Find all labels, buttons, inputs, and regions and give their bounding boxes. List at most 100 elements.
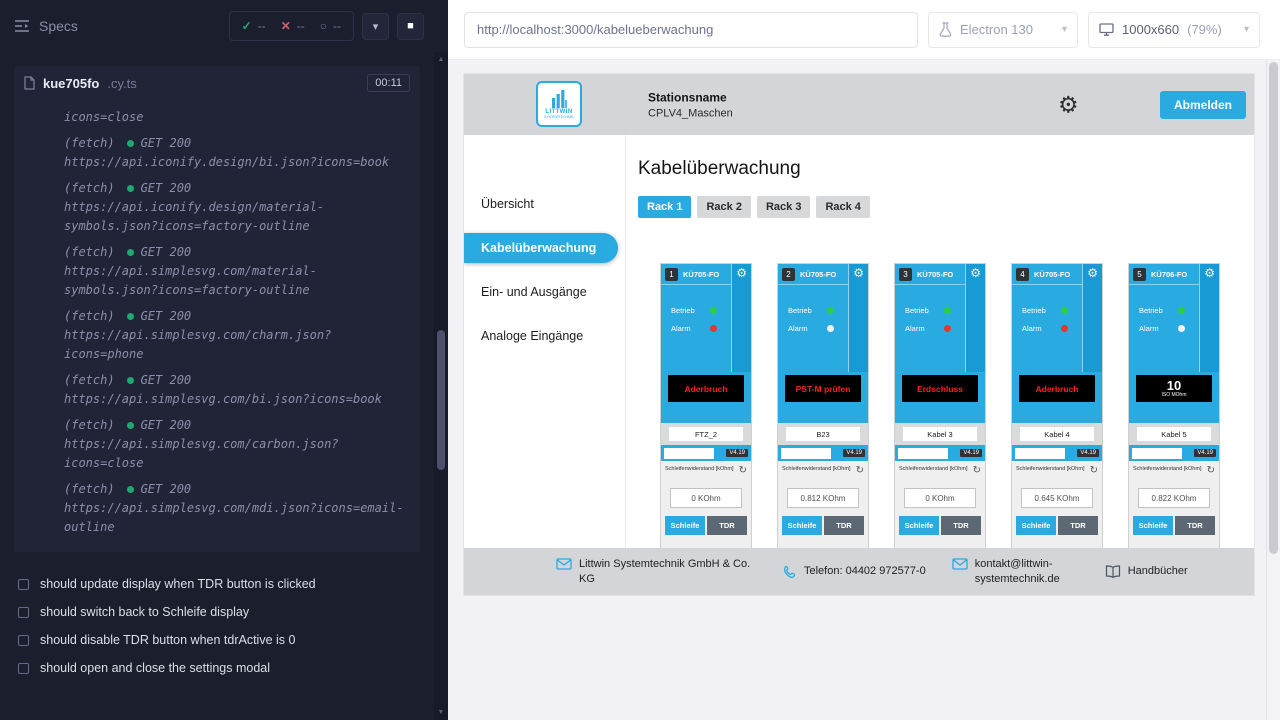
test-item[interactable]: should update display when TDR button is… — [18, 570, 418, 598]
refresh-icon[interactable]: ↻ — [1207, 466, 1215, 475]
schleife-button[interactable]: Schleife — [665, 516, 705, 535]
card-model-label: KÜ705-FO — [917, 270, 953, 279]
refresh-icon[interactable]: ↻ — [739, 466, 747, 475]
test-box-icon — [18, 579, 29, 590]
test-item[interactable]: should open and close the settings modal — [18, 654, 418, 682]
version-strip: V4.19 — [1012, 445, 1102, 461]
viewport-zoom: (79%) — [1187, 22, 1222, 37]
specs-button[interactable]: Specs — [14, 18, 78, 34]
tdr-button[interactable]: TDR — [1058, 516, 1098, 535]
log-entry[interactable]: (fetch) GET 200 https://api.simplesvg.co… — [64, 371, 410, 409]
scroll-down-icon[interactable]: ▼ — [434, 709, 448, 716]
log-entry[interactable]: (fetch) GET 200 https://api.simplesvg.co… — [64, 416, 410, 473]
device-card: 5 KÜ706-FO ⚙ Betrieb — [1129, 264, 1219, 564]
sidebar-item[interactable]: Kabelüberwachung — [464, 233, 618, 263]
runner-scrollbar[interactable]: ▲ ▼ — [434, 52, 448, 720]
loop-resistance-label: Schleifenwiderstand [kOhm] — [1133, 466, 1201, 472]
rack-tab[interactable]: Rack 1 — [638, 196, 691, 218]
station-info: Stationsname CPLV4_Maschen — [648, 90, 733, 119]
page-scrollbar-thumb[interactable] — [1269, 62, 1278, 554]
card-side-strip — [848, 264, 868, 372]
card-gear-icon[interactable]: ⚙ — [1087, 267, 1098, 279]
version-strip: V4.19 — [895, 445, 985, 461]
card-number-badge: 2 — [782, 268, 795, 281]
footer-manuals[interactable]: Handbücher — [1105, 564, 1188, 578]
scroll-up-icon[interactable]: ▲ — [434, 56, 448, 63]
page-title: Kabelüberwachung — [638, 158, 1254, 180]
log-entry[interactable]: (fetch) GET 200 https://api.simplesvg.co… — [64, 480, 410, 537]
test-item[interactable]: should switch back to Schleife display — [18, 598, 418, 626]
specs-label: Specs — [39, 18, 78, 34]
alarm-label: Alarm — [1139, 324, 1159, 333]
alarm-badge-text: 10 — [1167, 380, 1181, 392]
rack-tab-label: Rack 3 — [766, 201, 801, 213]
browser-name: Electron 130 — [960, 22, 1033, 37]
log-entry[interactable]: (fetch) GET 200 https://api.simplesvg.co… — [64, 243, 410, 300]
sidebar-item[interactable]: Übersicht — [464, 189, 625, 219]
rack-tab[interactable]: Rack 2 — [697, 196, 750, 218]
app-under-test: LITTWIN SYSTEMTECHNIK Stationsname CPLV4… — [464, 74, 1254, 595]
logout-button[interactable]: Abmelden — [1160, 91, 1246, 119]
card-gear-icon[interactable]: ⚙ — [736, 267, 747, 279]
cable-name-field: B23 — [786, 427, 860, 441]
loop-resistance-value: 0 KOhm — [904, 488, 976, 508]
log-entry[interactable]: (fetch) GET 200 https://api.iconify.desi… — [64, 179, 410, 236]
test-box-icon — [18, 635, 29, 646]
log-fetch-label: (fetch) — [64, 179, 115, 198]
card-divider — [778, 284, 848, 285]
schleife-button[interactable]: Schleife — [1133, 516, 1173, 535]
browser-toolbar: Electron 130 ▾ 1000x660 (79%) ▾ — [448, 0, 1280, 60]
page-scrollbar[interactable] — [1266, 60, 1280, 720]
betrieb-label: Betrieb — [905, 306, 929, 315]
viewport-select[interactable]: 1000x660 (79%) ▾ — [1088, 12, 1260, 48]
email-icon — [556, 558, 572, 570]
version-box — [898, 448, 948, 459]
collapse-button[interactable]: ▾ — [362, 13, 389, 40]
log-entry[interactable]: (fetch) GET 200 https://api.simplesvg.co… — [64, 307, 410, 364]
test-stats: ✓-- ✕-- ○-- — [229, 11, 354, 41]
settings-gear-icon[interactable]: ⚙ — [1058, 93, 1079, 116]
schleife-button[interactable]: Schleife — [782, 516, 822, 535]
log-entry[interactable]: (fetch) GET 200 https://api.iconify.desi… — [64, 134, 410, 172]
device-card: 2 KÜ705-FO ⚙ Betrieb — [778, 264, 868, 564]
log-url: https://api.iconify.design/bi.json?icons… — [64, 153, 406, 172]
spec-header[interactable]: kue705fo .cy.ts 00:11 — [14, 66, 420, 100]
firmware-version: V4.19 — [726, 449, 748, 457]
device-card: 1 KÜ705-FO ⚙ Betrieb — [661, 264, 751, 564]
rack-tab[interactable]: Rack 4 — [816, 196, 869, 218]
sidebar-item[interactable]: Ein- und Ausgänge — [464, 277, 625, 307]
test-box-icon — [18, 663, 29, 674]
card-gear-icon[interactable]: ⚙ — [970, 267, 981, 279]
tdr-button[interactable]: TDR — [707, 516, 747, 535]
test-item[interactable]: should disable TDR button when tdrActive… — [18, 626, 418, 654]
card-gear-icon[interactable]: ⚙ — [1204, 267, 1215, 279]
screen: Specs ✓-- ✕-- ○-- ▾ ■ kue705fo .cy.ts 00… — [0, 0, 1280, 720]
log-url: https://api.simplesvg.com/material-symbo… — [64, 262, 406, 300]
littwin-logo: LITTWIN SYSTEMTECHNIK — [536, 81, 582, 127]
sidebar-toggle-icon — [14, 19, 30, 33]
log-url: https://api.iconify.design/material-symb… — [64, 198, 406, 236]
log-url: https://api.simplesvg.com/carbon.json?ic… — [64, 435, 406, 473]
refresh-icon[interactable]: ↻ — [973, 466, 981, 475]
log-status: GET 200 — [127, 243, 192, 262]
test-label: should switch back to Schleife display — [40, 605, 249, 619]
card-model-label: KÜ705-FO — [683, 270, 719, 279]
rack-tab[interactable]: Rack 3 — [757, 196, 810, 218]
tdr-button[interactable]: TDR — [1175, 516, 1215, 535]
sidebar-item[interactable]: Analoge Eingänge — [464, 321, 625, 351]
version-box — [1132, 448, 1182, 459]
browser-select[interactable]: Electron 130 ▾ — [928, 12, 1078, 48]
runner-scrollbar-thumb[interactable] — [437, 330, 445, 470]
tdr-button[interactable]: TDR — [824, 516, 864, 535]
refresh-icon[interactable]: ↻ — [1090, 466, 1098, 475]
refresh-icon[interactable]: ↻ — [856, 466, 864, 475]
device-cards: 1 KÜ705-FO ⚙ Betrieb — [638, 264, 1254, 564]
schleife-button[interactable]: Schleife — [1016, 516, 1056, 535]
url-input[interactable] — [477, 22, 905, 37]
station-name: CPLV4_Maschen — [648, 107, 733, 119]
schleife-button[interactable]: Schleife — [899, 516, 939, 535]
tdr-button[interactable]: TDR — [941, 516, 981, 535]
log-entry[interactable]: icons=close — [64, 108, 410, 127]
card-gear-icon[interactable]: ⚙ — [853, 267, 864, 279]
stop-button[interactable]: ■ — [397, 13, 424, 40]
